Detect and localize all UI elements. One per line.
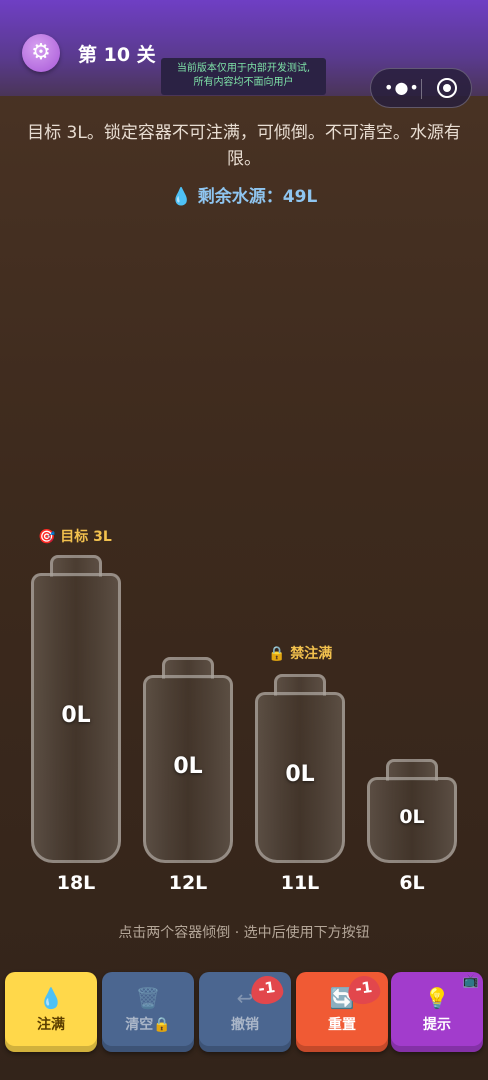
container-amount: 0L	[61, 703, 91, 728]
target-label: 🎯 目标 3L	[38, 529, 112, 545]
level-description: 目标 3L。锁定容器不可注满，可倾倒。不可清空。水源有限。	[27, 123, 461, 169]
top-bar: ⚙ 第 10 关 当前版本仅用于内部开发测试, 所有内容均不面向用户 •●•	[0, 0, 488, 108]
container-amount: 0L	[173, 754, 203, 779]
trash-icon: 🗑️	[135, 986, 161, 1010]
undo-button-label: 撤销	[231, 1017, 259, 1033]
gear-icon: ⚙	[31, 40, 51, 65]
reset-button-label: 重置	[328, 1017, 356, 1033]
close-target-icon[interactable]	[437, 78, 457, 98]
capsule-divider	[421, 79, 422, 99]
container-capacity: 11L	[280, 872, 320, 894]
hint-button-label: 提示	[423, 1017, 451, 1033]
reset-button[interactable]: 🔄 重置 -1	[296, 972, 388, 1052]
container-capacity: 6L	[399, 872, 425, 894]
empty-button[interactable]: 🗑️ 清空🔒	[102, 972, 194, 1052]
dev-notice-line2: 所有内容均不面向用户	[193, 77, 294, 88]
container-capacity: 18L	[56, 872, 96, 894]
water-drop-icon: 💧	[38, 986, 64, 1010]
locked-label: 🔒 禁注满	[268, 646, 333, 662]
container-amount: 0L	[399, 806, 425, 828]
settings-gear-button[interactable]: ⚙	[22, 34, 60, 72]
more-dots-icon[interactable]: •●•	[384, 78, 420, 97]
container-capacity: 12L	[168, 872, 208, 894]
hint-button[interactable]: 💡 提示 📺	[391, 972, 483, 1052]
miniprogram-capsule: •●•	[370, 68, 472, 108]
water-remaining: 💧 剩余水源：49L	[170, 187, 318, 207]
level-title: 第 10 关	[78, 44, 156, 66]
instructions-text: 点击两个容器倾倒 · 选中后使用下方按钮	[118, 925, 370, 941]
dev-notice-line1: 当前版本仅用于内部开发测试,	[176, 63, 311, 74]
tv-ad-icon: 📺	[462, 974, 479, 989]
lightbulb-icon: 💡	[424, 986, 450, 1010]
fill-button-label: 注满	[37, 1017, 65, 1033]
container-amount: 0L	[285, 762, 315, 787]
undo-button[interactable]: ↩ 撤销 -1	[199, 972, 291, 1052]
fill-button[interactable]: 💧 注满	[5, 972, 97, 1052]
dev-notice: 当前版本仅用于内部开发测试, 所有内容均不面向用户	[161, 58, 326, 95]
empty-button-label: 清空🔒	[125, 1017, 171, 1033]
